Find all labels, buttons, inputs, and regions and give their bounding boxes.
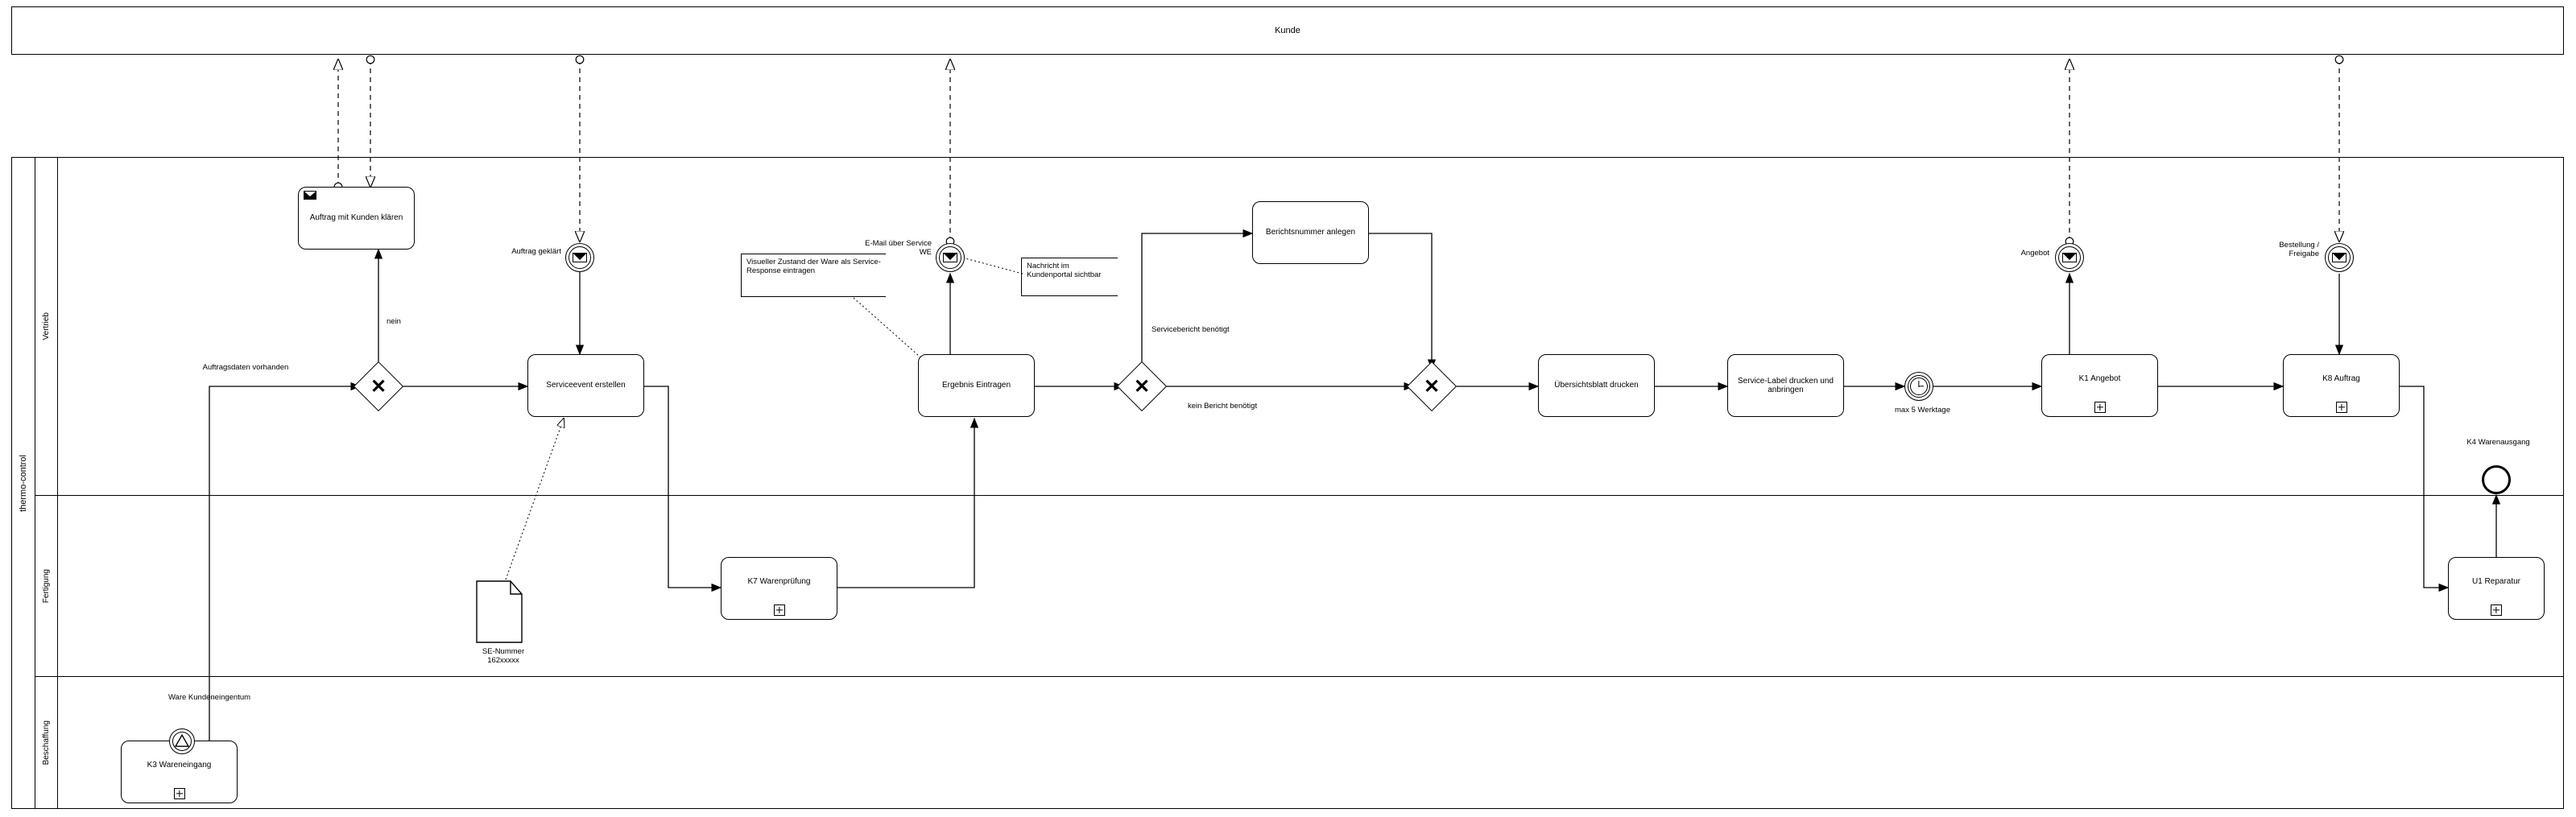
mail-icon (304, 191, 316, 200)
label-angebot: Angebot (2009, 250, 2049, 258)
bpmn-canvas: Kunde thermo-control Vertrieb Fertigung … (0, 0, 2576, 817)
label-se-nummer: SE-Nummer 162xxxxx (471, 648, 535, 666)
pool-kunde-label: Kunde (12, 7, 2563, 54)
subprocess-marker-icon (2094, 402, 2106, 413)
label-k4: K4 Warenausgang (2460, 439, 2537, 448)
gateway-merge[interactable]: ✕ (1414, 369, 1449, 404)
task-u1-reparatur[interactable]: U1 Reparatur (2448, 557, 2545, 620)
annotation-kundenportal: Nachricht im Kundenportal sichtbar (1021, 258, 1118, 296)
lane-beschaffung: Beschaffung (35, 677, 2563, 808)
end-event-k4[interactable] (2482, 465, 2511, 494)
task-uebersichts-label: Übersichtsblatt drucken (1554, 381, 1639, 390)
envelope-icon (2062, 253, 2077, 262)
label-auftrag-geklaert: Auftrag geklärt (485, 248, 561, 257)
task-berichtsnummer[interactable]: Berichtsnummer anlegen (1252, 201, 1369, 264)
clock-icon (1910, 378, 1928, 395)
task-ergebnis[interactable]: Ergebnis Eintragen (918, 354, 1035, 417)
subprocess-marker-icon (2491, 604, 2502, 616)
task-k3-label: K3 Wareneingang (147, 761, 212, 770)
label-kein-bericht: kein Bericht benötigt (1188, 402, 1268, 411)
task-berichtsnummer-label: Berichtsnummer anlegen (1266, 228, 1355, 237)
label-nein: nein (387, 318, 401, 327)
pool-kunde: Kunde (11, 6, 2564, 55)
task-serviceevent-label: Serviceevent erstellen (546, 381, 625, 390)
signal-icon (175, 734, 189, 747)
label-servicebericht: Servicebericht benötigt (1152, 326, 1232, 335)
pool-thermo-label: thermo-control (12, 158, 35, 808)
task-servicelabel-label: Service-Label drucken und anbringen (1733, 377, 1838, 395)
task-klaeren-label: Auftrag mit Kunden klären (310, 213, 403, 223)
data-object-se-nummer (473, 580, 525, 644)
task-k7-label: K7 Warenprüfung (747, 577, 810, 587)
task-ergebnis-label: Ergebnis Eintragen (942, 381, 1011, 390)
event-bestellung[interactable] (2325, 243, 2354, 272)
task-k8-auftrag[interactable]: K8 Auftrag (2283, 354, 2400, 417)
annotation-visuell: Visueller Zustand der Ware als Service-R… (741, 254, 886, 297)
task-k1-label: K1 Angebot (2079, 374, 2121, 384)
label-timer: max 5 Werktage (1884, 406, 1961, 415)
task-serviceevent[interactable]: Serviceevent erstellen (527, 354, 644, 417)
subprocess-marker-icon (774, 604, 785, 616)
event-auftrag-geklaert[interactable] (565, 243, 594, 272)
envelope-icon (573, 253, 587, 262)
gateway-bericht[interactable]: ✕ (1124, 369, 1160, 404)
gateway-auftragsdaten[interactable]: ✕ (361, 369, 396, 404)
envelope-icon (2332, 253, 2347, 262)
label-ware-kunde: Ware Kundeneingentum (161, 694, 258, 703)
event-angebot[interactable] (2055, 243, 2084, 272)
boundary-signal-event[interactable] (169, 728, 195, 754)
task-u1-label: U1 Reparatur (2472, 577, 2520, 587)
label-bestellung: Bestellung / Freigabe (2255, 241, 2319, 259)
task-k7-warenpruefung[interactable]: K7 Warenprüfung (721, 557, 837, 620)
subprocess-marker-icon (174, 788, 185, 799)
envelope-icon (943, 253, 957, 262)
task-servicelabel[interactable]: Service-Label drucken und anbringen (1727, 354, 1844, 417)
lane-fertigung: Fertigung (35, 496, 2563, 677)
event-timer[interactable] (1904, 372, 1933, 401)
lane-vertrieb-label: Vertrieb (42, 312, 51, 340)
lane-fertigung-label: Fertigung (42, 569, 51, 603)
task-klaeren[interactable]: Auftrag mit Kunden klären (298, 187, 415, 250)
subprocess-marker-icon (2336, 402, 2347, 413)
label-gateway1: Auftragsdaten vorhanden (197, 364, 294, 373)
event-email-we[interactable] (936, 243, 965, 272)
task-k1-angebot[interactable]: K1 Angebot (2041, 354, 2158, 417)
lane-beschaffung-label: Beschaffung (42, 720, 51, 765)
task-k8-label: K8 Auftrag (2322, 374, 2360, 384)
task-uebersichtsblatt[interactable]: Übersichtsblatt drucken (1538, 354, 1655, 417)
